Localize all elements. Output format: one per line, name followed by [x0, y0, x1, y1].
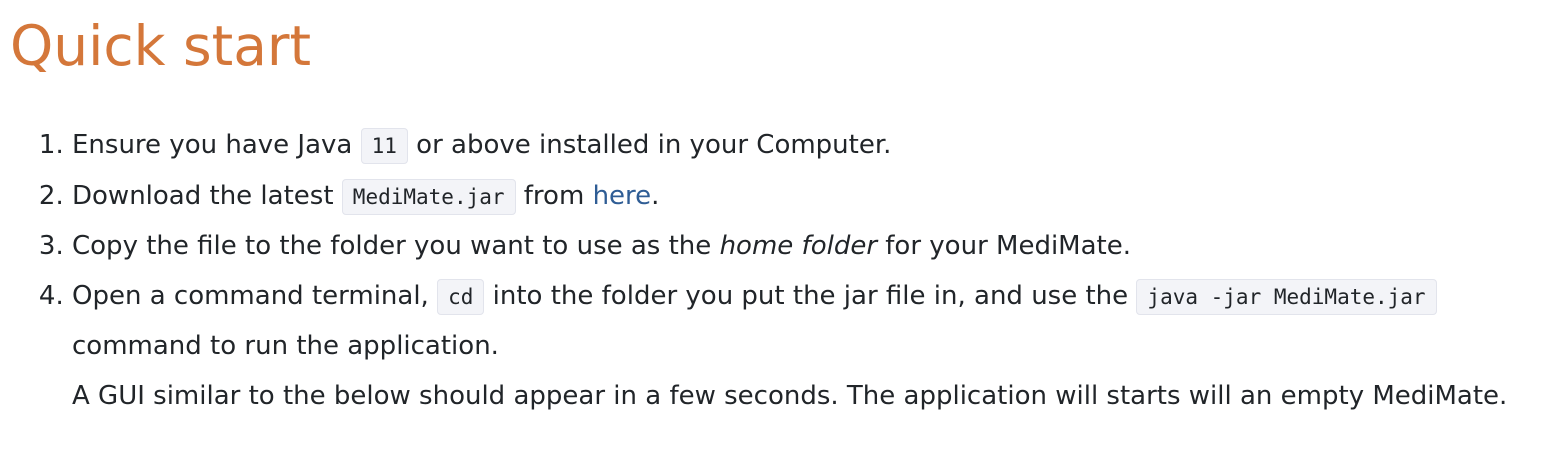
step-4-text-middle: into the folder you put the jar file in,…: [484, 280, 1137, 311]
step-3-text: Copy the file to the folder you want to …: [72, 231, 720, 261]
step-4: Open a command terminal, cd into the fol…: [72, 272, 1563, 422]
step-4-text: Open a command terminal,: [72, 280, 438, 311]
step-1-text-after: or above installed in your Computer.: [407, 130, 892, 160]
download-here-link[interactable]: here: [593, 181, 652, 211]
step-4-text-after: command to run the application.: [72, 331, 499, 361]
step-1: Ensure you have Java 11 or above install…: [72, 121, 1563, 172]
jar-file-code: MediMate.jar: [341, 178, 516, 215]
cd-command-code: cd: [437, 278, 485, 315]
step-4-note: A GUI similar to the below should appear…: [72, 380, 1508, 411]
java-version-code: 11: [360, 128, 408, 164]
java-jar-command-code: java -jar MediMate.jar: [1136, 278, 1437, 315]
quick-start-steps: Ensure you have Java 11 or above install…: [0, 121, 1563, 421]
page-title: Quick start: [10, 14, 312, 78]
step-2-text: Download the latest: [72, 180, 342, 211]
home-folder-emphasis: home folder: [719, 231, 878, 261]
step-2-text-middle: from: [515, 180, 593, 211]
step-2-text-after: .: [651, 180, 660, 211]
step-1-text: Ensure you have Java: [72, 130, 361, 160]
step-3: Copy the file to the folder you want to …: [72, 222, 1563, 272]
step-3-text-after: for your MediMate.: [877, 231, 1131, 261]
step-2: Download the latest MediMate.jar from he…: [72, 172, 1563, 223]
